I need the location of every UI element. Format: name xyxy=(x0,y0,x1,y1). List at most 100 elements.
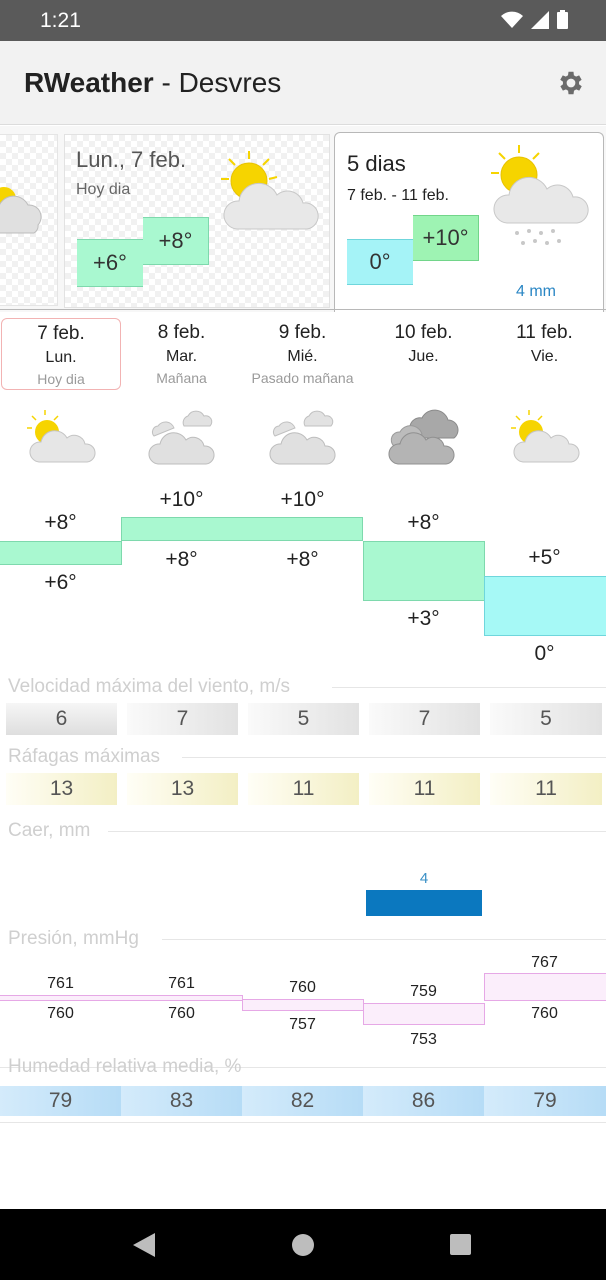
temp-max-label: +10° xyxy=(280,488,325,511)
wind-value: 6 xyxy=(6,703,117,735)
temp-min-label: 0° xyxy=(534,642,555,665)
humidity-value: 82 xyxy=(242,1086,363,1116)
sun-cloud-icon xyxy=(511,410,580,463)
app-name: RWeather xyxy=(24,67,154,98)
day-column-2[interactable]: 9 feb. Mié. Pasado mañana xyxy=(242,318,363,386)
day-weekday: Mié. xyxy=(287,348,318,365)
humidity-value: 83 xyxy=(121,1086,242,1116)
pressure-bar xyxy=(363,1003,485,1025)
pressure-max-label: 761 xyxy=(47,975,74,992)
previous-card[interactable] xyxy=(0,134,58,306)
rain-section-title: Caer, mm xyxy=(8,820,91,841)
day-relative: Mañana xyxy=(156,370,207,386)
pressure-section-title: Presión, mmHg xyxy=(8,928,139,949)
temp-max-label: +5° xyxy=(528,546,561,569)
temp-min-label: +3° xyxy=(407,607,440,630)
five-day-card[interactable]: 5 dias 7 feb. - 11 feb. 0° +10° 4 mm xyxy=(334,132,604,312)
five-day-card-subtitle: 7 feb. - 11 feb. xyxy=(347,187,449,204)
signal-icon xyxy=(531,10,549,29)
pressure-min-label: 753 xyxy=(410,1031,437,1048)
humidity-section-title: Humedad relativa media, % xyxy=(8,1056,242,1077)
wind-value: 7 xyxy=(369,703,480,735)
back-icon[interactable] xyxy=(133,1233,155,1257)
pressure-min-label: 760 xyxy=(168,1005,195,1022)
cloud-icon xyxy=(269,410,336,465)
navigation-bar xyxy=(0,1209,606,1280)
forecast-cards: Lun., 7 feb. Hoy dia +6° +8° 5 dias 7 fe… xyxy=(0,126,606,312)
day-weekday: Mar. xyxy=(165,348,198,365)
pressure-min-label: 760 xyxy=(531,1005,558,1022)
gust-value: 13 xyxy=(6,773,117,805)
day-column-4[interactable]: 11 feb. Vie. xyxy=(484,318,605,366)
section-divider xyxy=(182,757,606,758)
gust-value: 11 xyxy=(248,773,359,805)
temp-max-label: +8° xyxy=(407,511,440,534)
day-date: 8 feb. xyxy=(157,322,206,343)
day-relative: Hoy dia xyxy=(37,371,85,387)
temp-range-bar xyxy=(0,541,122,565)
humidity-value: 79 xyxy=(484,1086,606,1116)
sun-cloud-rain-icon xyxy=(491,145,589,245)
day-column-3[interactable]: 10 feb. Jue. xyxy=(363,318,484,366)
temp-min-label: +8° xyxy=(286,548,319,571)
temp-range-bar xyxy=(121,517,363,541)
battery-icon xyxy=(557,10,568,29)
pressure-max-label: 759 xyxy=(410,983,437,1000)
gust-value: 11 xyxy=(490,773,602,805)
day-weekday: Vie. xyxy=(530,348,559,365)
pressure-max-label: 760 xyxy=(289,979,316,996)
temp-min-label: +6° xyxy=(44,571,77,594)
five-day-card-max: +10° xyxy=(413,215,479,261)
day-date: 11 feb. xyxy=(516,322,573,343)
wind-value: 7 xyxy=(127,703,238,735)
pressure-bar xyxy=(0,995,243,1001)
sun-cloud-icon xyxy=(221,151,319,230)
settings-gear-icon[interactable] xyxy=(556,68,586,98)
title-separator: - xyxy=(153,67,179,98)
wind-value: 5 xyxy=(490,703,602,735)
today-card[interactable]: Lun., 7 feb. Hoy dia +6° +8° xyxy=(64,134,330,308)
wind-value: 5 xyxy=(248,703,359,735)
status-icons xyxy=(501,10,568,29)
rain-bar xyxy=(366,890,482,916)
pressure-bar xyxy=(484,973,606,1001)
status-bar: 1:21 xyxy=(0,0,606,41)
dark-cloud-icon xyxy=(388,409,459,465)
rain-value: 4 xyxy=(419,870,429,887)
day-date: 9 feb. xyxy=(278,322,327,343)
today-card-min: +6° xyxy=(77,239,143,287)
day-relative: Pasado mañana xyxy=(251,370,354,386)
temp-min-label: +8° xyxy=(165,548,198,571)
wind-section-title: Velocidad máxima del viento, m/s xyxy=(8,676,290,697)
temp-range-bar xyxy=(484,576,606,636)
section-divider xyxy=(332,687,606,688)
today-card-title: Lun., 7 feb. xyxy=(76,147,187,172)
today-card-max: +8° xyxy=(143,217,209,265)
app-title: RWeather - Desvres xyxy=(24,67,281,99)
pressure-min-label: 757 xyxy=(289,1016,316,1033)
location-name: Desvres xyxy=(178,67,282,98)
day-date: 7 feb. xyxy=(37,323,85,344)
pressure-min-label: 760 xyxy=(47,1005,74,1022)
home-icon[interactable] xyxy=(292,1234,314,1256)
cloud-icon xyxy=(148,410,215,465)
sun-cloud-icon xyxy=(0,187,42,234)
app-bar: RWeather - Desvres xyxy=(0,41,606,125)
day-column-1[interactable]: 8 feb. Mar. Mañana xyxy=(121,318,242,386)
recents-icon[interactable] xyxy=(450,1234,471,1255)
wifi-icon xyxy=(501,11,523,28)
gust-value: 13 xyxy=(127,773,238,805)
temp-range-bar xyxy=(363,541,485,601)
five-day-card-rain: 4 mm xyxy=(516,283,556,300)
pressure-bar xyxy=(242,999,364,1011)
temp-max-label: +8° xyxy=(44,511,77,534)
day-column-0[interactable]: 7 feb. Lun. Hoy dia xyxy=(1,318,121,390)
gust-value: 11 xyxy=(369,773,480,805)
temp-max-label: +10° xyxy=(159,488,204,511)
section-divider xyxy=(162,939,606,940)
pressure-max-label: 761 xyxy=(168,975,195,992)
day-weekday: Lun. xyxy=(45,349,77,366)
day-weekday: Jue. xyxy=(408,348,439,365)
section-divider xyxy=(108,831,606,832)
gust-section-title: Ráfagas máximas xyxy=(8,746,161,767)
